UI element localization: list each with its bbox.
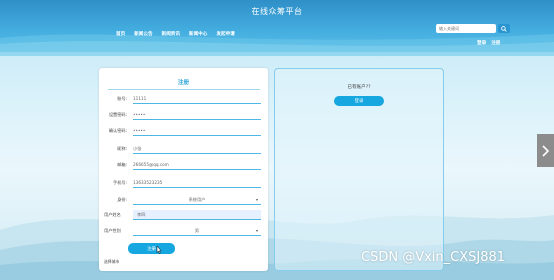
footer-note: 选择城市 xyxy=(104,259,120,264)
register-button[interactable]: 注册 xyxy=(128,243,175,254)
account-input[interactable]: 11111 xyxy=(133,94,261,104)
form-row-email: 邮箱: 266655@qq.com xyxy=(99,160,268,170)
form-row-phone: 手机号: 13633523235 xyxy=(99,178,268,188)
site-title: 在线众筹平台 xyxy=(251,7,303,16)
username-label: 用户姓名 xyxy=(104,212,121,217)
nickname-input[interactable]: 小张 xyxy=(133,144,261,154)
gender-label: 用户性别 xyxy=(104,228,121,233)
mouse-cursor-icon xyxy=(156,246,162,254)
phone-label: 手机号: xyxy=(113,180,127,185)
register-button-label: 注册 xyxy=(147,246,156,252)
main-nav: 首页 新闻公告 新闻资讯 新闻中心 发起申请 xyxy=(116,31,235,37)
password-input[interactable]: ••••• xyxy=(133,110,261,120)
watermark: CSDN @Vxin_CXSJ881 xyxy=(361,250,506,265)
search-icon xyxy=(501,25,507,32)
gender-select-value: 男 xyxy=(194,227,200,233)
nav-apply[interactable]: 发起申请 xyxy=(216,31,234,37)
nickname-label: 昵称: xyxy=(117,146,127,151)
account-label: 账号: xyxy=(117,96,127,101)
chevron-down-icon: ▾ xyxy=(255,228,258,233)
form-row-account: 账号: 11111 xyxy=(99,94,268,104)
register-link[interactable]: 注册 xyxy=(491,40,500,46)
form-row-role: 身份: 系统用户 ▾ xyxy=(99,195,268,205)
gender-select[interactable]: 男 ▾ xyxy=(133,226,261,236)
search-button[interactable] xyxy=(498,24,510,33)
password-label: 设置密码: xyxy=(108,112,127,117)
role-select[interactable]: 系统用户 ▾ xyxy=(133,195,261,205)
confirm-password-input[interactable]: ••••• xyxy=(133,126,261,136)
has-account-text: 已有账户?? xyxy=(347,85,371,90)
title-divider xyxy=(108,89,260,90)
nav-announcements[interactable]: 新闻公告 xyxy=(134,31,152,37)
chevron-down-icon: ▾ xyxy=(255,197,258,202)
confirm-password-label: 确认密码: xyxy=(108,128,127,133)
site-header: 在线众筹平台 首页 新闻公告 新闻资讯 新闻中心 发起申请 登录 注册 xyxy=(0,0,554,56)
nav-home[interactable]: 首页 xyxy=(116,31,125,37)
chevron-right-icon xyxy=(542,144,550,157)
next-slide-button[interactable] xyxy=(537,134,554,167)
register-title: 注册 xyxy=(177,80,190,86)
nav-news-center[interactable]: 新闻中心 xyxy=(189,31,207,37)
auth-links: 登录 注册 xyxy=(477,40,500,46)
email-input[interactable]: 266655@qq.com xyxy=(133,160,261,170)
login-link[interactable]: 登录 xyxy=(477,40,486,46)
login-button-label: 登录 xyxy=(354,99,364,104)
login-panel: 已有账户?? 登录 xyxy=(274,68,444,271)
nav-news[interactable]: 新闻资讯 xyxy=(162,31,180,37)
email-label: 邮箱: xyxy=(117,162,127,167)
search-input[interactable] xyxy=(436,24,496,33)
role-select-value: 系统用户 xyxy=(188,196,206,202)
register-card: 注册 账号: 11111 设置密码: ••••• 确认密码: ••••• 昵称:… xyxy=(99,68,268,271)
phone-input[interactable]: 13633523235 xyxy=(133,178,261,188)
form-row-username: 用户姓名 李四 xyxy=(99,210,268,220)
form-row-nickname: 昵称: 小张 xyxy=(99,144,268,154)
username-input[interactable]: 李四 xyxy=(133,210,261,220)
form-row-gender: 用户性别 男 ▾ xyxy=(99,226,268,236)
form-row-confirm-password: 确认密码: ••••• xyxy=(99,126,268,136)
login-button[interactable]: 登录 xyxy=(334,96,384,106)
form-row-password: 设置密码: ••••• xyxy=(99,110,268,120)
role-label: 身份: xyxy=(117,197,127,202)
